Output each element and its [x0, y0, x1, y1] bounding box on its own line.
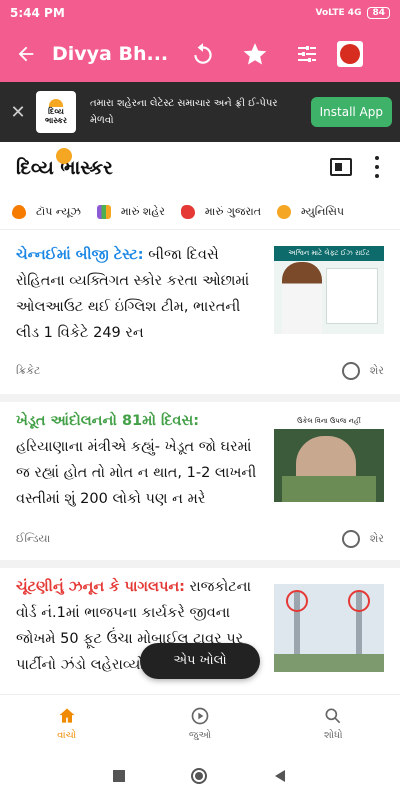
- tab-label: મારું ગુજરાત: [204, 204, 262, 218]
- stats-panel: [326, 268, 378, 324]
- home-button-icon[interactable]: [191, 768, 207, 784]
- home-icon: [59, 708, 75, 723]
- article-headline[interactable]: ચેન્નઈમાં બીજી ટેસ્ટ: બીજા દિવસે રોહિતના…: [16, 242, 266, 346]
- sun-icon: [56, 148, 72, 164]
- nav-search[interactable]: શોધો: [267, 695, 400, 752]
- divya-bhaskar-logo: દિવ્ય ભાસ્કર: [36, 91, 76, 133]
- close-icon: ✕: [10, 101, 26, 123]
- network-indicator: VoLTE 4G: [315, 8, 362, 18]
- share-button[interactable]: શેર: [341, 362, 384, 380]
- status-indicators: VoLTE 4G 84: [315, 7, 390, 19]
- more-options-icon[interactable]: [374, 156, 380, 178]
- protester-shawl: [282, 476, 376, 502]
- nav-read[interactable]: વાંચો: [0, 695, 133, 752]
- app-title: Divya Bh...: [52, 43, 169, 65]
- article-category[interactable]: ક્રિકેટ: [16, 364, 40, 378]
- open-app-button[interactable]: એપ ખોલો: [140, 643, 260, 679]
- highlight-circle: [348, 590, 370, 612]
- share-label: શેર: [369, 364, 384, 377]
- article-tag: ચેન્નઈમાં બીજી ટેસ્ટ:: [16, 247, 144, 263]
- tab-my-gujarat[interactable]: મારું ગુજરાત: [180, 204, 262, 219]
- article-thumbnail[interactable]: અશ્વિન માટે લેફ્ટ ઈઝ રાઈટ: [274, 246, 384, 334]
- whatsapp-icon: [341, 362, 360, 380]
- hand-icon: [277, 204, 292, 219]
- thumb-caption: ઉકેલ વિના ઉપજ નહીં: [274, 414, 384, 429]
- category-tabs: ટૉપ ન્યૂઝ મારું શહેર મારું ગુજરાત મ્યુનિ…: [0, 194, 400, 230]
- logo-text: દિવ્ય ભાસ્કર: [44, 107, 68, 125]
- play-icon: [191, 707, 209, 725]
- refresh-icon: [194, 43, 212, 64]
- article-thumbnail[interactable]: [274, 584, 384, 672]
- nav-label: જુઓ: [188, 730, 212, 741]
- divider: [0, 394, 400, 402]
- bottom-nav: વાંચો જુઓ શોધો: [0, 694, 400, 752]
- article-tag: ચૂંટણીનું ઝનૂન કે પાગલપન:: [16, 579, 185, 595]
- article-card[interactable]: ખેડૂત આંદોલનનો 81મો દિવસ: હરિયાણાના મંત્…: [0, 402, 400, 562]
- gujarat-map-icon: [180, 204, 195, 219]
- nav-watch[interactable]: જુઓ: [133, 695, 266, 752]
- article-tag: ખેડૂત આંદોલનનો 81મો દિવસ:: [16, 413, 200, 429]
- settings-button[interactable]: [281, 26, 333, 82]
- tab-label: મારું શહેર: [120, 204, 165, 218]
- divider: [0, 560, 400, 568]
- article-card[interactable]: ચેન્નઈમાં બીજી ટેસ્ટ: બીજા દિવસે રોહિતના…: [0, 236, 400, 396]
- epaper-icon[interactable]: [330, 158, 352, 176]
- nav-label: વાંચો: [57, 730, 77, 741]
- install-app-button[interactable]: Install App: [310, 97, 392, 127]
- share-button[interactable]: શેર: [341, 530, 384, 548]
- app-bar: Divya Bh...: [0, 26, 400, 82]
- brand-logo[interactable]: દિવ્ય ભાસ્કર: [16, 148, 113, 179]
- system-nav: [0, 752, 400, 800]
- back-button[interactable]: [0, 26, 52, 82]
- news-logo-button[interactable]: [337, 41, 363, 67]
- whatsapp-icon: [341, 530, 360, 548]
- article-text: હરિયાણાના મંત્રીએ કહ્યું- ખેડૂત જો ઘરમાં…: [16, 439, 257, 507]
- close-banner-button[interactable]: ✕: [0, 102, 36, 123]
- brand-row: દિવ્ય ભાસ્કર: [0, 142, 400, 194]
- recents-icon[interactable]: [113, 770, 125, 782]
- back-triangle-icon[interactable]: [273, 769, 287, 783]
- share-label: શેર: [369, 532, 384, 545]
- bookmark-button[interactable]: [229, 26, 281, 82]
- status-bar: 5:44 PM VoLTE 4G 84: [0, 0, 400, 26]
- player-photo: [282, 262, 322, 334]
- arrow-left-icon: [18, 46, 34, 62]
- battery-icon: 84: [367, 7, 390, 19]
- trees: [274, 654, 384, 672]
- search-icon: [325, 708, 341, 724]
- news-logo-icon: [340, 44, 360, 64]
- install-banner: ✕ દિવ્ય ભાસ્કર તમારા શહેરના લેટેસ્ટ સમાચ…: [0, 82, 400, 142]
- city-icon: [96, 204, 111, 219]
- tab-municipal[interactable]: મ્યુનિસિપ: [277, 204, 345, 219]
- sliders-icon: [298, 46, 316, 62]
- nav-label: શોધો: [323, 730, 343, 741]
- article-category[interactable]: ઈન્ડિયા: [16, 532, 50, 546]
- article-thumbnail[interactable]: ઉકેલ વિના ઉપજ નહીં: [274, 414, 384, 502]
- sun-icon: [49, 99, 63, 107]
- refresh-button[interactable]: [177, 26, 229, 82]
- status-time: 5:44 PM: [10, 6, 65, 20]
- star-icon: [243, 43, 267, 65]
- thumb-caption: અશ્વિન માટે લેફ્ટ ઈઝ રાઈટ: [274, 246, 384, 261]
- fire-icon: [12, 204, 26, 219]
- banner-message: તમારા શહેરના લેટેસ્ટ સમાચાર અને ફ્રી ઈ-પ…: [90, 98, 278, 126]
- tab-my-city[interactable]: મારું શહેર: [96, 204, 165, 219]
- tab-label: મ્યુનિસિપ: [301, 204, 345, 218]
- highlight-circle: [286, 590, 308, 612]
- tab-label: ટૉપ ન્યૂઝ: [36, 204, 81, 218]
- article-headline[interactable]: ખેડૂત આંદોલનનો 81મો દિવસ: હરિયાણાના મંત્…: [16, 408, 266, 512]
- tab-top-news[interactable]: ટૉપ ન્યૂઝ: [12, 204, 81, 219]
